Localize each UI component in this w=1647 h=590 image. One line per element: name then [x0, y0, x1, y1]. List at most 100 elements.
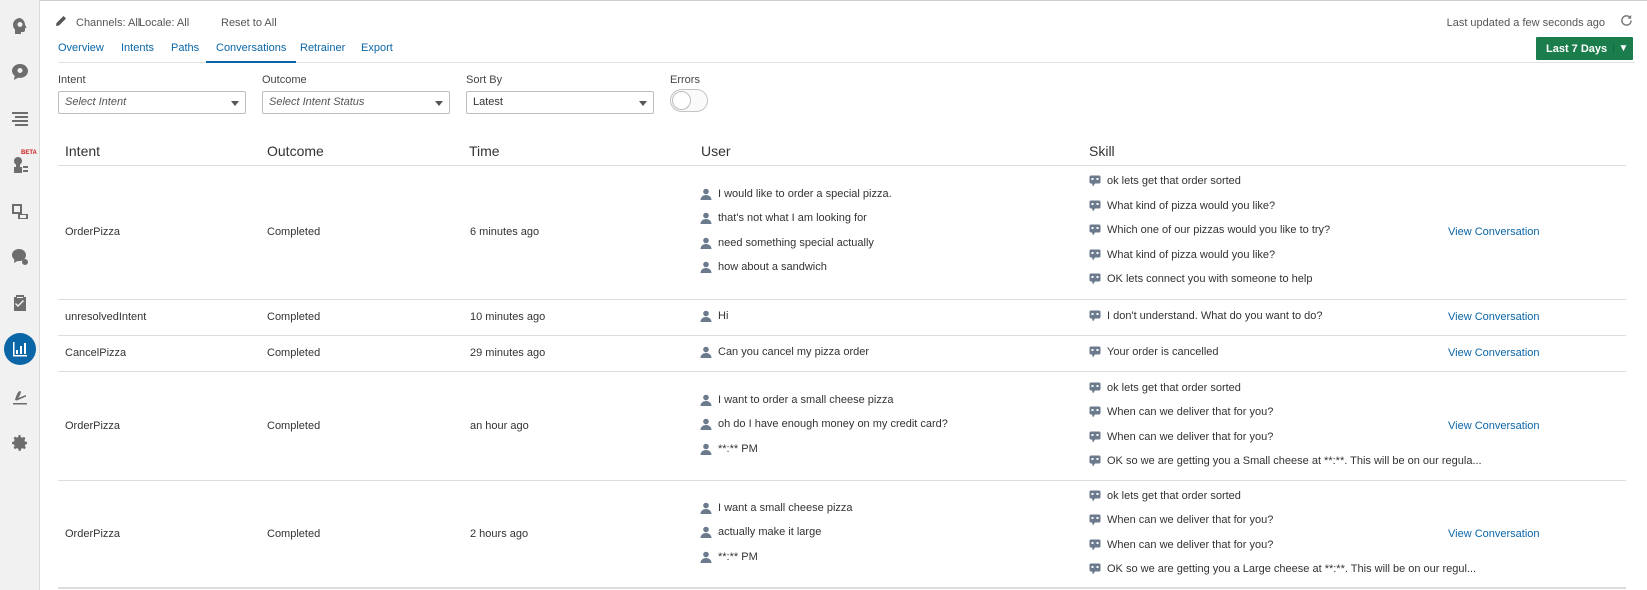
intent-select-placeholder: Select Intent: [65, 96, 127, 108]
user-message: **:** PM: [700, 551, 758, 563]
user-message-text: actually make it large: [718, 526, 822, 539]
nav-translate-icon[interactable]: [4, 195, 36, 227]
skill-message-text: When can we deliver that for you?: [1107, 538, 1274, 551]
user-message-text: **:** PM: [718, 442, 758, 455]
skill-message-text: ok lets get that order sorted: [1107, 175, 1241, 188]
skill-message-text: OK so we are getting you a Small cheese …: [1107, 455, 1482, 467]
column-header-intent: Intent: [65, 143, 101, 159]
skill-message-text: ok lets get that order sorted: [1107, 489, 1241, 502]
errors-toggle[interactable]: [670, 89, 708, 112]
intent-cell: CancelPizza: [65, 347, 127, 359]
tab-retrainer[interactable]: Retrainer: [300, 42, 345, 63]
tab-intents[interactable]: Intents: [121, 42, 154, 63]
user-icon: [700, 310, 712, 322]
skill-message: When can we deliver that for you?: [1089, 514, 1273, 526]
user-message-text: I want a small cheese pizza: [718, 501, 853, 514]
user-icon: [700, 346, 712, 358]
nav-list-icon[interactable]: [4, 102, 36, 134]
tab-overview[interactable]: Overview: [58, 42, 104, 63]
skill-message-text: What kind of pizza would you like?: [1107, 248, 1276, 261]
skill-message: OK so we are getting you a Large cheese …: [1089, 563, 1476, 575]
user-message-text: that's not what I am looking for: [718, 212, 867, 224]
skill-message-text: When can we deliver that for you?: [1107, 430, 1274, 443]
last-updated-value: a few seconds ago: [1513, 17, 1605, 29]
time-cell: 10 minutes ago: [470, 311, 546, 323]
refresh-icon[interactable]: [1620, 14, 1633, 27]
skill-message-text: When can we deliver that for you?: [1107, 514, 1274, 526]
bot-chat-icon: [1089, 406, 1101, 418]
tab-export[interactable]: Export: [361, 42, 393, 63]
skill-message: When can we deliver that for you?: [1089, 431, 1273, 443]
date-range-label: Last 7 Days: [1546, 42, 1608, 55]
bot-chat-icon: [1089, 514, 1101, 526]
intent-select[interactable]: Select Intent: [58, 91, 246, 114]
bot-chat-icon: [1089, 431, 1101, 442]
view-conversation-link[interactable]: View Conversation: [1448, 311, 1540, 323]
user-icon: [700, 237, 712, 249]
skill-message-text: When can we deliver that for you?: [1107, 406, 1274, 418]
outcome-cell: Completed: [267, 225, 321, 238]
user-icon: [700, 526, 712, 539]
user-message-text: I would like to order a special pizza.: [718, 187, 892, 200]
table-row: OrderPizza Completed an hour ago View Conve…: [58, 372, 1626, 481]
view-conversation-link[interactable]: View Conversation: [1448, 347, 1540, 359]
nav-settings-gear-icon[interactable]: [4, 427, 36, 459]
skill-message: What kind of pizza would you like?: [1089, 200, 1275, 212]
outcome-cell: Completed: [267, 347, 321, 359]
user-message: I would like to order a special pizza.: [700, 188, 892, 200]
skill-message: What kind of pizza would you like?: [1089, 249, 1275, 261]
user-message: that's not what I am looking for: [700, 212, 867, 224]
chevron-down-icon: [639, 101, 647, 106]
user-message-text: need something special actually: [718, 236, 874, 249]
tab-conversations[interactable]: Conversations: [206, 42, 297, 63]
user-icon: [700, 212, 712, 224]
nav-bot-icon[interactable]: [4, 10, 36, 42]
edit-pencil-icon[interactable]: [55, 15, 67, 27]
skill-message-text: OK so we are getting you a Large cheese …: [1107, 563, 1477, 575]
caret-down-icon: ▼: [1613, 43, 1633, 54]
bot-chat-icon: [1089, 273, 1101, 285]
filter-summary-bar: Channels: All Locale: All Reset to All L…: [40, 0, 1647, 42]
table-row: OrderPizza Completed 6 minutes ago View Con…: [58, 165, 1626, 300]
tab-paths[interactable]: Paths: [171, 42, 199, 63]
nav-clipboard-icon[interactable]: [4, 287, 36, 319]
bot-chat-icon: [1089, 249, 1101, 261]
user-message: actually make it large: [700, 526, 822, 539]
nav-analytics-icon[interactable]: [4, 333, 36, 365]
view-conversation-link[interactable]: View Conversation: [1448, 420, 1540, 432]
reset-to-all-link[interactable]: Reset to All: [221, 17, 277, 29]
skill-message-text: Your order is cancelled: [1107, 345, 1219, 358]
bot-chat-icon: [1089, 563, 1101, 575]
user-message-text: Hi: [718, 309, 729, 322]
nav-signature-icon[interactable]: [4, 381, 36, 413]
analytics-tabs: Overview Intents Paths Conversations Ret…: [58, 42, 1635, 63]
date-range-button[interactable]: Last 7 Days ▼: [1536, 37, 1633, 60]
skill-message: Which one of our pizzas would you like t…: [1089, 224, 1330, 236]
user-icon: [700, 261, 712, 273]
skill-message: When can we deliver that for you?: [1089, 539, 1273, 551]
outcome-cell: Completed: [267, 311, 321, 323]
intent-cell: OrderPizza: [65, 225, 121, 238]
bot-chat-icon: [1089, 200, 1101, 212]
skill-message: ok lets get that order sorted: [1089, 490, 1241, 502]
bot-chat-icon: [1089, 490, 1101, 501]
table-bottom-divider: [58, 588, 1626, 589]
nav-trainer-icon[interactable]: [4, 149, 36, 181]
view-conversation-link[interactable]: View Conversation: [1448, 226, 1540, 238]
view-conversation-link[interactable]: View Conversation: [1448, 528, 1540, 540]
sort-by-select[interactable]: Latest: [466, 91, 654, 114]
skill-message-text: Which one of our pizzas would you like t…: [1107, 224, 1331, 237]
bot-chat-icon: [1089, 310, 1101, 322]
nav-chat-icon[interactable]: [4, 56, 36, 88]
intent-cell: OrderPizza: [65, 527, 121, 540]
bot-chat-icon: [1089, 175, 1101, 187]
user-message: I want a small cheese pizza: [700, 502, 853, 514]
left-nav-rail: BETA: [0, 0, 40, 590]
nav-insights-chat-icon[interactable]: [4, 241, 36, 273]
table-row: CancelPizza Completed 29 minutes ago View C…: [58, 336, 1626, 372]
last-updated: Last updated a few seconds ago: [1447, 17, 1605, 29]
skill-message-text: I don't understand. What do you want to …: [1107, 309, 1323, 322]
outcome-select[interactable]: Select Intent Status: [262, 91, 450, 114]
bot-chat-icon: [1089, 455, 1101, 467]
user-message-text: how about a sandwich: [718, 261, 827, 273]
